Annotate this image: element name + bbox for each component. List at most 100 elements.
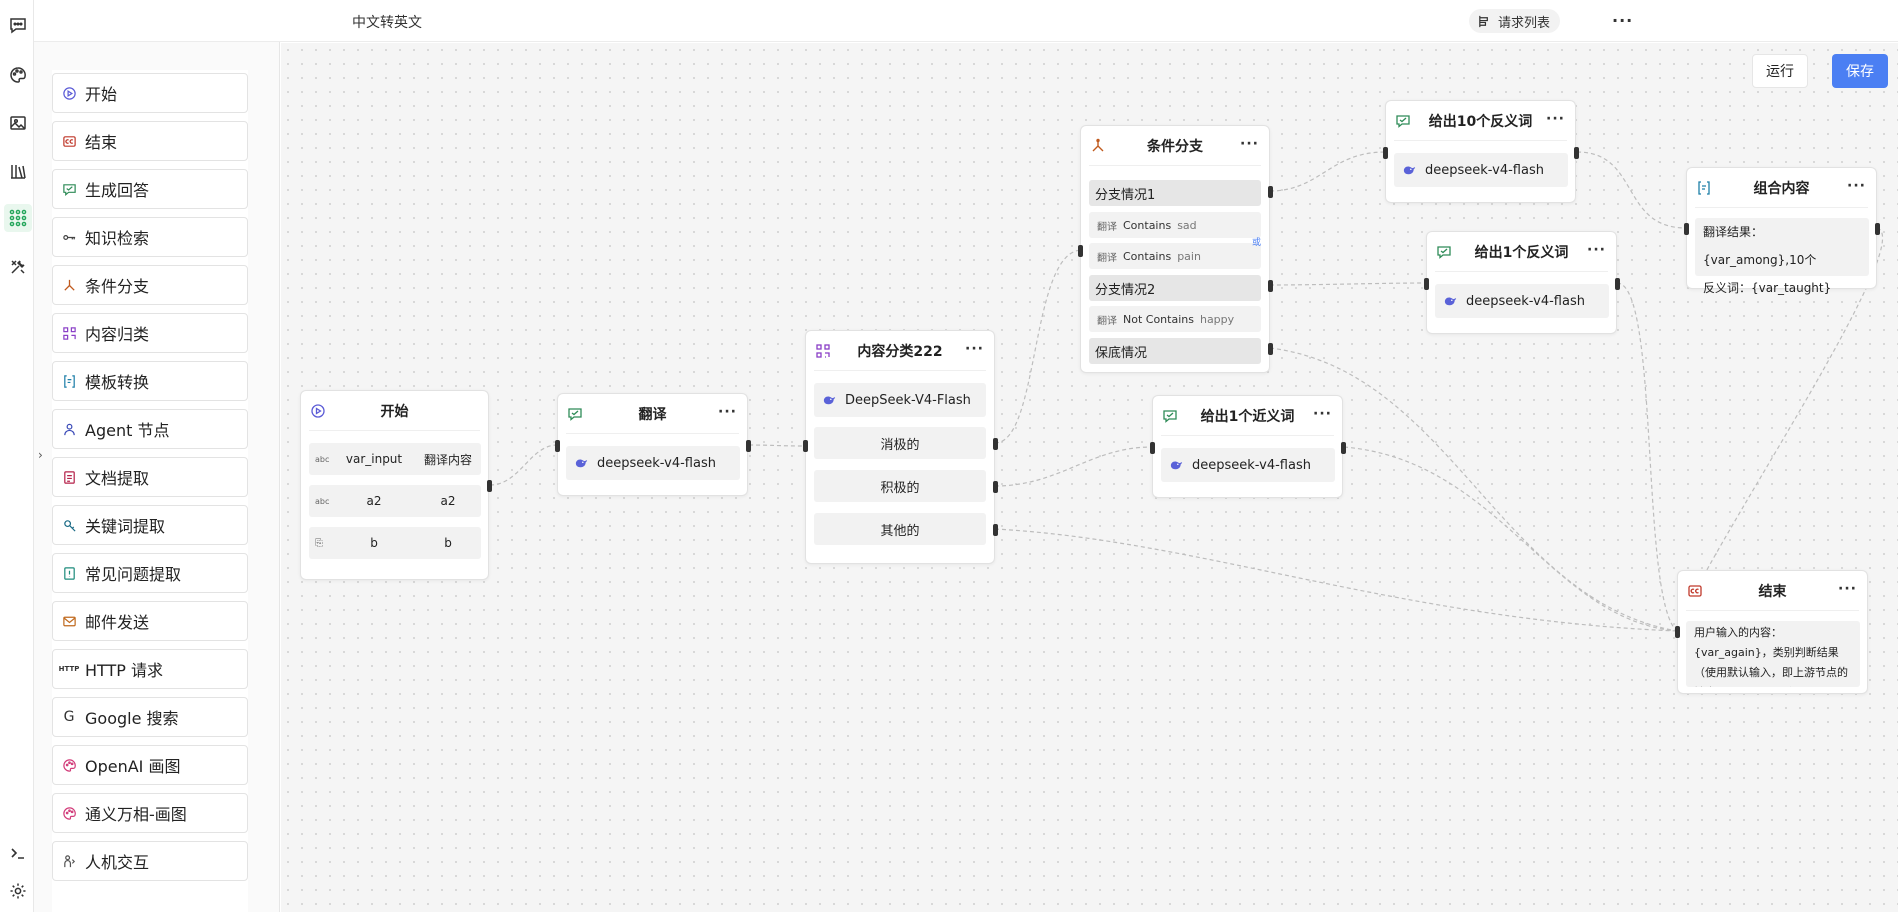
output-handle[interactable]: [746, 440, 751, 452]
tools-icon[interactable]: [7, 256, 29, 278]
input-handle[interactable]: [1675, 626, 1680, 638]
node-combine[interactable]: 组合内容 ··· 翻译结果：{var_among},10个 反义词：{var_t…: [1684, 167, 1880, 295]
output-handle[interactable]: [487, 480, 492, 492]
output-handle[interactable]: [1574, 147, 1579, 159]
cc-icon: [61, 133, 77, 149]
node-antonym1[interactable]: 给出1个反义词 ··· deepseek-v4-flash: [1424, 231, 1620, 334]
play-circle-icon: [309, 402, 327, 420]
settings-gear-icon[interactable]: [7, 880, 29, 902]
palette-item[interactable]: 内容归类: [52, 313, 248, 353]
image-gallery-icon[interactable]: [7, 112, 29, 134]
node-header: 翻译 ···: [566, 394, 739, 434]
class-row[interactable]: 积极的: [814, 470, 986, 502]
input-handle[interactable]: [1078, 245, 1083, 257]
chat-icon[interactable]: [7, 14, 29, 36]
node-translate[interactable]: 翻译 ··· deepseek-v4-flash: [555, 393, 751, 496]
output-handle[interactable]: [1875, 223, 1880, 235]
output-handle[interactable]: [1615, 278, 1620, 290]
node-header: 给出1个近义词 ···: [1161, 396, 1334, 436]
terminal-icon[interactable]: [7, 842, 29, 864]
node-synonym1[interactable]: 给出1个近义词 ··· deepseek-v4-flash: [1150, 395, 1346, 498]
output-handle[interactable]: [1268, 343, 1273, 355]
palette-item[interactable]: 人机交互: [52, 841, 248, 881]
palette-item[interactable]: 模板转换: [52, 361, 248, 401]
palette-item[interactable]: 关键词提取: [52, 505, 248, 545]
branch-case-1[interactable]: 分支情况1: [1089, 180, 1261, 206]
palette-item[interactable]: 开始: [52, 73, 248, 113]
library-icon[interactable]: [7, 160, 29, 182]
run-button[interactable]: 运行: [1752, 54, 1808, 88]
palette-item[interactable]: 结束: [52, 121, 248, 161]
input-handle[interactable]: [1424, 278, 1429, 290]
palette-item[interactable]: 条件分支: [52, 265, 248, 305]
collapse-chevron-icon[interactable]: ›: [38, 448, 43, 462]
node-more-icon[interactable]: ···: [1313, 406, 1332, 422]
condition-value: happy: [1199, 312, 1235, 326]
palette-item[interactable]: 生成回答: [52, 169, 248, 209]
model-row[interactable]: deepseek-v4-flash: [1394, 153, 1568, 187]
model-row[interactable]: deepseek-v4-flash: [566, 446, 740, 480]
start-var-row[interactable]: ⎘ b b: [309, 527, 481, 559]
node-end[interactable]: 结束 ··· 用户输入的内容：{var_again}，类别判断结果（使用默认输入…: [1675, 570, 1868, 694]
output-handle[interactable]: [993, 438, 998, 450]
palette-item[interactable]: 常见问题提取: [52, 553, 248, 593]
start-var-row[interactable]: abc var_input 翻译内容: [309, 443, 481, 475]
condition-row[interactable]: 翻译 Contains pain: [1089, 243, 1261, 269]
start-var-row[interactable]: abc a2 a2: [309, 485, 481, 517]
end-output-text[interactable]: 用户输入的内容：{var_again}，类别判断结果（使用默认输入，即上游节点的…: [1686, 621, 1860, 687]
output-handle[interactable]: [1268, 186, 1273, 198]
palette-item[interactable]: HTTP HTTP 请求: [52, 649, 248, 689]
palette-item[interactable]: 邮件发送: [52, 601, 248, 641]
palette-item[interactable]: Agent 节点: [52, 409, 248, 449]
output-handle[interactable]: [993, 524, 998, 536]
node-more-icon[interactable]: ···: [1587, 242, 1606, 258]
class-row[interactable]: 消极的: [814, 427, 986, 459]
output-handle[interactable]: [1268, 280, 1273, 292]
node-title: 给出1个近义词: [1200, 408, 1295, 425]
save-button[interactable]: 保存: [1832, 54, 1888, 88]
output-handle[interactable]: [1341, 442, 1346, 454]
palette-item[interactable]: 知识检索: [52, 217, 248, 257]
condition-row[interactable]: 翻译 Contains sad: [1089, 212, 1261, 238]
palette-icon: [61, 757, 77, 773]
model-row[interactable]: deepseek-v4-flash: [1435, 284, 1609, 318]
more-menu-icon[interactable]: ···: [1612, 11, 1633, 30]
palette-icon[interactable]: [7, 64, 29, 86]
condition-row[interactable]: 翻译 Not Contains happy: [1089, 306, 1261, 332]
class-row[interactable]: 其他的: [814, 513, 986, 545]
input-handle[interactable]: [555, 440, 560, 452]
palette-item[interactable]: 文档提取: [52, 457, 248, 497]
node-title: 组合内容: [1753, 180, 1810, 197]
model-name: DeepSeek-V4-Flash: [845, 392, 971, 408]
node-header: 开始: [309, 391, 480, 431]
workflow-title[interactable]: 中文转英文: [352, 12, 422, 32]
input-handle[interactable]: [803, 440, 808, 452]
condition-var: 翻译: [1097, 315, 1117, 327]
output-handle[interactable]: [993, 481, 998, 493]
node-branch[interactable]: 条件分支 ··· 分支情况1 翻译 Contains sad 翻译 Contai…: [1078, 125, 1273, 373]
node-more-icon[interactable]: ···: [1240, 136, 1259, 152]
node-more-icon[interactable]: ···: [1847, 178, 1866, 194]
node-more-icon[interactable]: ···: [965, 341, 984, 357]
node-start[interactable]: 开始 abc var_input 翻译内容 abc a2 a2 ⎘ b b: [300, 390, 492, 580]
palette-item[interactable]: OpenAI 画图: [52, 745, 248, 785]
model-row[interactable]: DeepSeek-V4-Flash: [814, 383, 986, 417]
node-antonym10[interactable]: 给出10个反义词 ··· deepseek-v4-flash: [1383, 100, 1579, 203]
branch-fallback[interactable]: 保底情况: [1089, 338, 1261, 364]
input-handle[interactable]: [1150, 442, 1155, 454]
branch-case-2[interactable]: 分支情况2: [1089, 275, 1261, 301]
node-more-icon[interactable]: ···: [718, 404, 737, 420]
node-classify[interactable]: 内容分类222 ··· DeepSeek-V4-Flash 消极的 积极的 其他…: [803, 330, 998, 564]
node-more-icon[interactable]: ···: [1838, 581, 1857, 597]
input-handle[interactable]: [1684, 223, 1689, 235]
palette-item[interactable]: G Google 搜索: [52, 697, 248, 737]
condition-op: Contains: [1123, 249, 1172, 263]
input-handle[interactable]: [1383, 147, 1388, 159]
workflow-icon[interactable]: [4, 204, 32, 232]
human-icon: [61, 853, 77, 869]
request-list-button[interactable]: 请求列表: [1469, 9, 1561, 33]
palette-item[interactable]: 通义万相-画图: [52, 793, 248, 833]
template-content[interactable]: 翻译结果：{var_among},10个 反义词：{var_taught}: [1695, 218, 1869, 295]
node-more-icon[interactable]: ···: [1546, 111, 1565, 127]
model-row[interactable]: deepseek-v4-flash: [1161, 448, 1335, 482]
